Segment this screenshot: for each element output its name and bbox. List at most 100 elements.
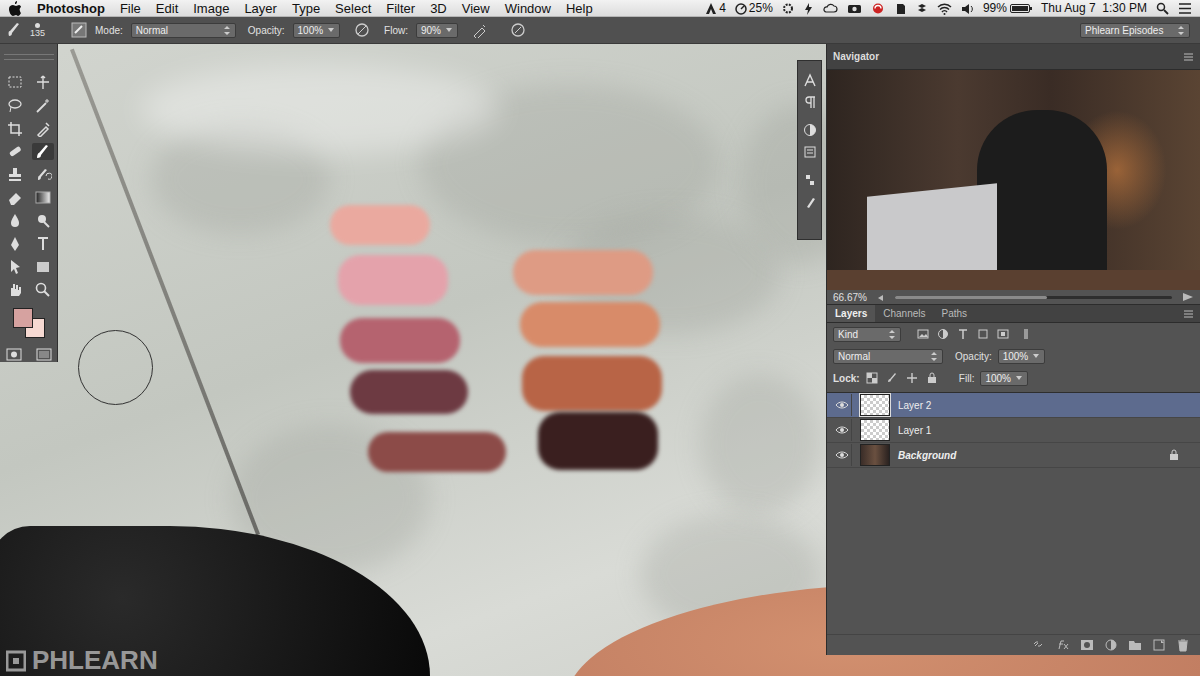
settings-icon[interactable] (782, 2, 794, 15)
lock-position-icon[interactable] (906, 372, 918, 384)
crop-tool-icon[interactable] (6, 120, 24, 137)
eye-icon[interactable] (835, 424, 849, 436)
menu-item[interactable]: Select (335, 1, 371, 16)
new-layer-icon[interactable] (1152, 638, 1166, 652)
clock[interactable]: Thu Aug 7 1:30 PM (1041, 1, 1147, 15)
zoom-tool-icon[interactable] (34, 281, 52, 298)
adobe-icon[interactable] (705, 2, 717, 15)
layer-row[interactable]: Background (827, 443, 1200, 468)
layer-row[interactable]: Layer 1 (827, 418, 1200, 443)
cpu-status[interactable]: 25% (735, 1, 773, 15)
type-tool-icon[interactable] (34, 235, 52, 252)
type-filter-icon[interactable] (957, 328, 969, 340)
image-filter-icon[interactable] (917, 328, 929, 340)
brush-preset-icon[interactable] (6, 21, 22, 39)
cloud-icon[interactable] (823, 2, 838, 15)
zoom-slider[interactable] (895, 296, 1172, 299)
down-arrow-icon[interactable] (327, 26, 335, 34)
lock-transparency-icon[interactable] (866, 372, 878, 384)
down-arrow-icon[interactable] (445, 26, 453, 34)
properties-panel-icon[interactable] (803, 145, 817, 159)
character-panel-icon[interactable] (803, 73, 817, 87)
spotlight-icon[interactable] (1156, 2, 1169, 15)
evernote-icon[interactable] (894, 2, 907, 15)
volume-icon[interactable] (961, 2, 974, 15)
fx-icon[interactable] (1056, 638, 1070, 652)
apple-icon[interactable] (8, 0, 22, 16)
panel-tab[interactable]: Paths (934, 305, 976, 322)
fill-field[interactable]: 100% (980, 371, 1028, 386)
tool-presets-panel-icon[interactable] (803, 195, 817, 209)
menu-item[interactable]: 3D (430, 1, 447, 16)
down-arrow-icon[interactable] (1032, 352, 1040, 360)
mode-dropdown[interactable]: Normal (131, 23, 236, 38)
paragraph-panel-icon[interactable] (803, 95, 817, 109)
new-group-icon[interactable] (1128, 638, 1142, 652)
menu-item[interactable]: Image (193, 1, 229, 16)
quick-mask-icon[interactable] (6, 347, 22, 362)
lasso-tool-icon[interactable] (6, 97, 24, 114)
lock-all-icon[interactable] (926, 372, 938, 384)
add-mask-icon[interactable] (1080, 638, 1094, 652)
blur-tool-icon[interactable] (6, 212, 24, 229)
foreground-color-chip[interactable] (13, 308, 33, 328)
magic-wand-tool-icon[interactable] (34, 97, 52, 114)
opacity-field[interactable]: 100% (293, 23, 341, 38)
layer-opacity-field[interactable]: 100% (998, 349, 1046, 364)
zoom-in-icon[interactable] (1182, 291, 1194, 303)
adjustments-panel-icon[interactable] (803, 123, 817, 137)
dropbox-icon[interactable] (916, 2, 928, 15)
stamp-tool-icon[interactable] (6, 166, 24, 183)
smart-object-filter-icon[interactable] (997, 328, 1009, 340)
marquee-tool-icon[interactable] (6, 74, 24, 91)
eraser-tool-icon[interactable] (6, 189, 24, 206)
airbrush-icon[interactable] (472, 22, 488, 38)
notifications-icon[interactable] (1178, 2, 1192, 15)
adobe-status[interactable]: 4 (705, 1, 726, 15)
history-brush-tool-icon[interactable] (34, 166, 52, 183)
bolt-icon[interactable] (803, 2, 814, 15)
app-menu[interactable]: Photoshop (37, 1, 105, 16)
adjustment-layer-icon[interactable] (1104, 638, 1118, 652)
battery-status[interactable]: 99% (983, 1, 1032, 15)
shape-tool-icon[interactable] (34, 258, 52, 275)
eyedropper-tool-icon[interactable] (34, 120, 52, 137)
zoom-out-icon[interactable] (877, 292, 885, 302)
path-select-tool-icon[interactable] (6, 258, 24, 275)
flow-field[interactable]: 90% (416, 23, 458, 38)
lock-pixels-icon[interactable] (886, 372, 898, 384)
move-tool-icon[interactable] (34, 74, 52, 91)
blend-mode-dropdown[interactable]: Normal (833, 349, 943, 364)
panel-menu-icon[interactable] (1183, 52, 1194, 62)
pen-tool-icon[interactable] (6, 235, 24, 252)
gauge-icon[interactable] (735, 2, 747, 15)
filter-toggle-icon[interactable] (1023, 328, 1029, 340)
menu-item[interactable]: Layer (244, 1, 277, 16)
menu-item[interactable]: Help (566, 1, 593, 16)
gradient-tool-icon[interactable] (34, 189, 52, 206)
layer-row[interactable]: Layer 2 (827, 393, 1200, 418)
menu-item[interactable]: File (120, 1, 141, 16)
screen-mode-icon[interactable] (36, 347, 52, 362)
dodge-tool-icon[interactable] (34, 212, 52, 229)
brush-size-picker[interactable]: 135 (30, 23, 45, 38)
pressure-size-icon[interactable] (510, 22, 526, 38)
eye-icon[interactable] (835, 399, 849, 411)
filter-kind-dropdown[interactable]: Kind (833, 327, 901, 342)
navigator-preview[interactable] (827, 70, 1200, 290)
delete-layer-icon[interactable] (1176, 638, 1190, 652)
brush-panel-icon[interactable] (71, 22, 87, 38)
adjustment-filter-icon[interactable] (937, 328, 949, 340)
shape-filter-icon[interactable] (977, 328, 989, 340)
sync-icon[interactable] (871, 2, 885, 15)
panel-tab[interactable]: Layers (827, 305, 875, 322)
eye-icon[interactable] (835, 449, 849, 461)
navigator-tab[interactable]: Navigator (833, 51, 879, 62)
panel-menu-icon[interactable] (1183, 309, 1194, 319)
menu-item[interactable]: Window (505, 1, 551, 16)
menu-item[interactable]: Edit (156, 1, 178, 16)
menu-item[interactable]: Type (292, 1, 320, 16)
panel-tab[interactable]: Channels (875, 305, 933, 322)
menu-item[interactable]: View (462, 1, 490, 16)
down-arrow-icon[interactable] (1015, 374, 1023, 382)
